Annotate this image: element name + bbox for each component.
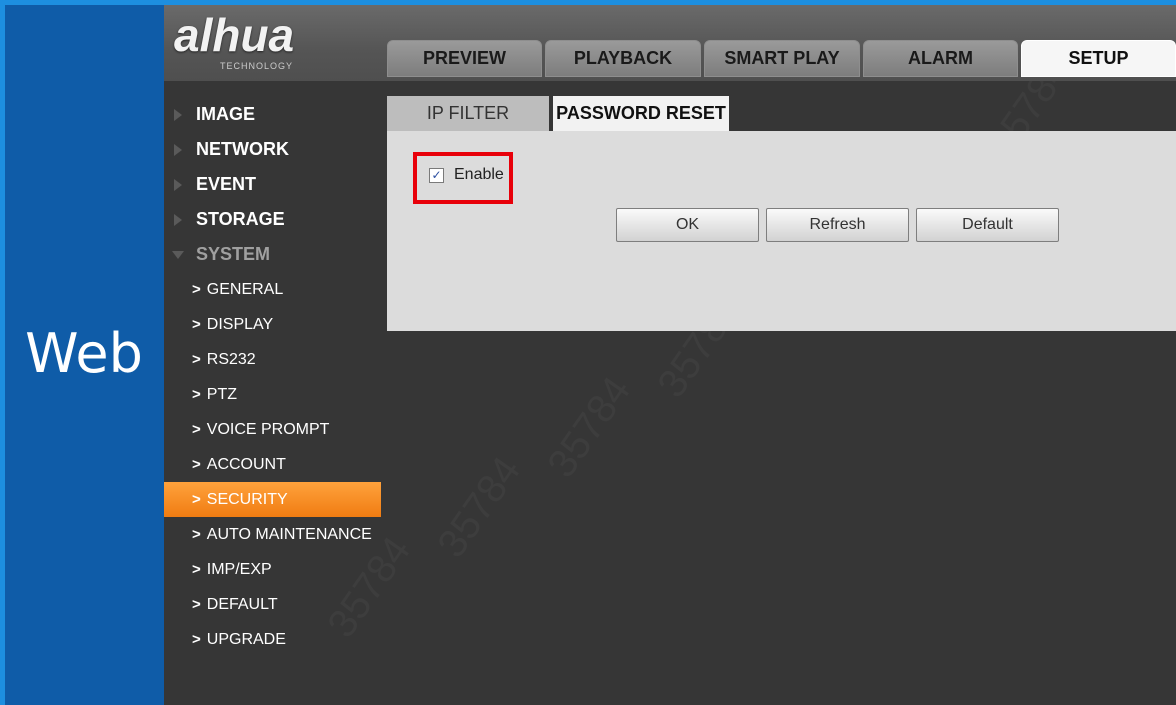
sidebar-item-auto-maintenance[interactable]: > AUTO MAINTENANCE [164,517,385,552]
sidebar-section-network[interactable]: NETWORK [164,132,385,167]
sidebar-item-voice-prompt[interactable]: > VOICE PROMPT [164,412,385,447]
section-label: STORAGE [196,209,285,229]
watermark-text: 35784 [429,449,530,566]
item-label: PTZ [206,385,237,403]
tab-setup[interactable]: SETUP [1021,40,1176,77]
item-label: DISPLAY [206,315,274,333]
sidebar-item-rs232[interactable]: > RS232 [164,342,385,377]
sidebar-section-image[interactable]: IMAGE [164,97,385,132]
ok-button[interactable]: OK [616,208,759,242]
brand-logo: alhua TECHNOLOGY [174,9,295,71]
collapsed-triangle-icon [174,108,182,121]
chevron-right-icon: > [192,596,201,613]
default-button[interactable]: Default [916,208,1059,242]
sidebar-section-system[interactable]: SYSTEM [164,237,385,272]
tab-playback[interactable]: PLAYBACK [545,40,701,77]
enable-label: Enable [454,166,504,183]
chevron-right-icon: > [192,316,201,333]
chevron-right-icon: > [192,491,201,508]
tab-label: SETUP [1068,48,1129,68]
chevron-right-icon: > [192,351,201,368]
chevron-right-icon: > [192,631,201,648]
tab-label: PLAYBACK [573,48,673,68]
chevron-right-icon: > [192,421,201,438]
tab-label: ALARM [908,48,973,68]
sidebar-item-ptz[interactable]: > PTZ [164,377,385,412]
chevron-right-icon: > [192,281,201,298]
sidebar-item-general[interactable]: > GENERAL [164,272,385,307]
item-label: ACCOUNT [206,455,286,473]
chevron-right-icon: > [192,526,201,543]
header-bar: alhua TECHNOLOGY PREVIEW PLAYBACK SMART … [164,5,1176,81]
sidebar-item-account[interactable]: > ACCOUNT [164,447,385,482]
item-label: RS232 [206,350,256,368]
tab-label: SMART PLAY [724,48,840,68]
tab-label: PASSWORD RESET [556,103,726,123]
item-label: IMP/EXP [206,560,272,578]
side-label: Web [25,322,143,385]
chevron-right-icon: > [192,561,201,578]
enable-row: ✓ Enable [429,166,504,184]
chevron-right-icon: > [192,456,201,473]
collapsed-triangle-icon [174,213,182,226]
app-window: 35784 35784 35784 35784 35784 35784 3578… [164,5,1176,705]
item-label: VOICE PROMPT [206,420,330,438]
section-label: EVENT [196,174,257,194]
section-label: IMAGE [196,104,256,124]
refresh-button[interactable]: Refresh [766,208,909,242]
sidebar-menu: IMAGE NETWORK EVENT STORAGE SYSTEM > GENE… [164,97,385,657]
sidebar-section-event[interactable]: EVENT [164,167,385,202]
tab-password-reset[interactable]: PASSWORD RESET [553,96,729,131]
item-label: SECURITY [206,490,288,508]
sidebar-item-security[interactable]: > SECURITY [164,482,381,517]
tab-label: PREVIEW [422,48,506,68]
item-label: DEFAULT [206,595,278,613]
tab-preview[interactable]: PREVIEW [387,40,542,77]
logo-text: alhua [174,9,295,61]
item-label: GENERAL [206,280,284,298]
section-label: SYSTEM [196,244,271,264]
enable-checkbox[interactable]: ✓ [429,167,444,183]
sidebar-item-imp-exp[interactable]: > IMP/EXP [164,552,385,587]
sidebar-item-upgrade[interactable]: > UPGRADE [164,622,385,657]
logo-subtext: TECHNOLOGY [220,61,294,71]
tab-ip-filter[interactable]: IP FILTER [387,96,549,131]
collapsed-triangle-icon [174,143,182,156]
tab-smart-play[interactable]: SMART PLAY [704,40,860,77]
watermark-text: 35784 [539,369,640,486]
collapsed-triangle-icon [174,178,182,191]
sidebar-item-display[interactable]: > DISPLAY [164,307,385,342]
section-label: NETWORK [196,139,289,159]
tab-alarm[interactable]: ALARM [863,40,1018,77]
chevron-right-icon: > [192,386,201,403]
item-label: UPGRADE [206,630,286,648]
item-label: AUTO MAINTENANCE [206,525,372,543]
tab-label: IP FILTER [426,103,510,123]
settings-panel: ✓ Enable OK Refresh Default [387,131,1176,331]
expanded-triangle-icon [172,250,184,259]
sidebar-item-default[interactable]: > DEFAULT [164,587,385,622]
sidebar-section-storage[interactable]: STORAGE [164,202,385,237]
